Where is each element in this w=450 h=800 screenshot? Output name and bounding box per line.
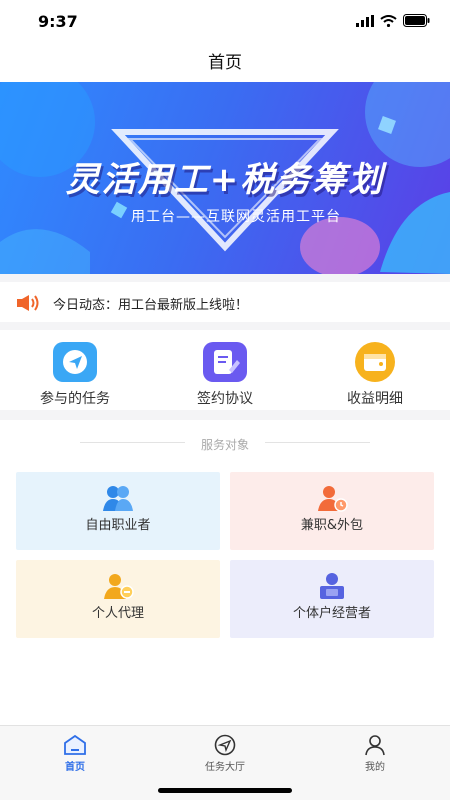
status-bar: 9:37 xyxy=(0,0,450,44)
quick-action-label: 参与的任务 xyxy=(40,391,110,407)
service-card-parttime[interactable]: 兼职&外包 xyxy=(230,472,434,550)
service-card-agent[interactable]: 个人代理 xyxy=(16,560,220,638)
profile-icon xyxy=(365,735,385,756)
wallet-icon xyxy=(355,342,395,382)
news-text: 今日动态：用工台最新版上线啦！ xyxy=(53,298,249,313)
banner-title: 灵活用工+税务筹划 xyxy=(65,160,385,200)
battery-icon xyxy=(403,14,430,27)
status-time: 9:37 xyxy=(38,12,78,31)
parttime-icon xyxy=(318,486,348,512)
quick-action-earnings[interactable]: 收益明细 xyxy=(300,330,450,410)
service-card-business[interactable]: 个体户经营者 xyxy=(230,560,434,638)
service-card-label: 兼职&外包 xyxy=(300,518,364,533)
tab-profile[interactable]: 我的 xyxy=(300,726,450,776)
freelancer-icon xyxy=(103,486,133,511)
business-icon xyxy=(320,573,344,599)
page-title: 首页 xyxy=(208,53,242,73)
promo-banner[interactable]: 灵活用工+税务筹划 用工台——互联网灵活用工平台 xyxy=(0,82,450,274)
service-card-label: 个体户经营者 xyxy=(292,606,371,621)
status-icons xyxy=(356,14,430,27)
tab-home[interactable]: 首页 xyxy=(0,726,150,776)
contract-icon xyxy=(203,342,247,382)
quick-action-contract[interactable]: 签约协议 xyxy=(150,330,300,410)
agent-icon xyxy=(104,574,134,599)
quick-actions: 参与的任务 签约协议 收益明细 xyxy=(0,330,450,410)
divider-line xyxy=(265,442,370,443)
service-section: 服务对象 自由职业者 兼职&外包 个人代理 个体户经营者 xyxy=(0,420,450,725)
tab-label: 首页 xyxy=(65,762,85,773)
nav-bar: 首页 xyxy=(0,44,450,82)
quick-action-label: 签约协议 xyxy=(197,391,253,407)
speaker-icon xyxy=(17,295,39,311)
wifi-icon xyxy=(380,14,397,27)
service-card-label: 自由职业者 xyxy=(85,518,151,533)
signal-icon xyxy=(356,14,374,27)
home-indicator xyxy=(158,788,292,793)
home-icon xyxy=(64,734,86,755)
send-icon xyxy=(53,342,97,382)
banner-subtitle: 用工台——互联网灵活用工平台 xyxy=(131,209,341,225)
tab-task-hall[interactable]: 任务大厅 xyxy=(150,726,300,776)
quick-action-tasks[interactable]: 参与的任务 xyxy=(0,330,150,410)
tab-label: 我的 xyxy=(365,762,385,773)
tab-label: 任务大厅 xyxy=(205,762,245,773)
service-card-label: 个人代理 xyxy=(91,606,144,621)
task-hall-icon xyxy=(214,734,236,756)
news-ticker[interactable]: 今日动态：用工台最新版上线啦！ xyxy=(0,282,450,322)
service-card-freelancer[interactable]: 自由职业者 xyxy=(16,472,220,550)
section-heading: 服务对象 xyxy=(200,438,249,452)
quick-action-label: 收益明细 xyxy=(347,391,403,407)
